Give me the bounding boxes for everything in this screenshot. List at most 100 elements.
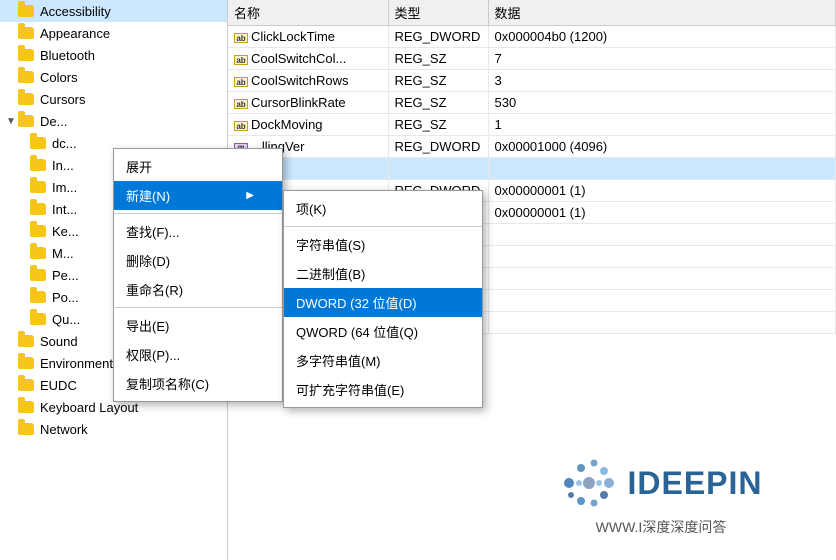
tree-item[interactable]: ▼ De... (0, 110, 227, 132)
tree-item[interactable]: Network (0, 418, 227, 440)
folder-icon (18, 47, 36, 63)
value-type-cell: REG_SZ (388, 114, 488, 136)
table-row[interactable]: ⊞...llingVerREG_DWORD0x00001000 (4096) (228, 136, 836, 158)
tree-label: De... (40, 114, 67, 129)
table-row[interactable]: abClickLockTimeREG_DWORD0x000004b0 (1200… (228, 26, 836, 48)
value-data-cell: 0x00001000 (4096) (488, 136, 836, 158)
menu-item-label: 复制项名称(C) (126, 374, 209, 393)
submenu-new[interactable]: 项(K) 字符串值(S) 二进制值(B)DWORD (32 位值(D) QWORD (… (283, 190, 483, 408)
submenu-item[interactable]: 多字符串值(M) (284, 346, 482, 375)
menu-item-label: 导出(E) (126, 316, 169, 335)
value-type-cell: REG_SZ (388, 48, 488, 70)
value-type-cell: REG_SZ (388, 92, 488, 114)
folder-icon (30, 179, 48, 195)
value-type-cell: REG_DWORD (388, 26, 488, 48)
menu-separator (114, 307, 282, 308)
submenu-item[interactable]: 可扩充字符串值(E) (284, 375, 482, 404)
submenu-item[interactable]: 二进制值(B) (284, 259, 482, 288)
folder-icon (18, 91, 36, 107)
value-data-cell: 7 (488, 48, 836, 70)
value-data-cell: 0x00000001 (1) (488, 202, 836, 224)
folder-icon (30, 157, 48, 173)
folder-icon (18, 25, 36, 41)
table-row[interactable] (228, 158, 836, 180)
tree-label: Bluetooth (40, 48, 95, 63)
submenu-item[interactable]: 字符串值(S) (284, 230, 482, 259)
context-menu[interactable]: 展开新建(N)▶ 查找(F)... 删除(D) 重命名(R) 导出(E) 权限(P)...… (113, 148, 283, 402)
context-menu-item[interactable]: 查找(F)... (114, 217, 282, 246)
submenu-item[interactable]: 项(K) (284, 194, 482, 223)
value-data-cell: 0x00000001 (1) (488, 180, 836, 202)
ab-icon: ab (234, 55, 248, 65)
value-data-cell: 3 (488, 70, 836, 92)
tree-label: Environment (40, 356, 113, 371)
menu-item-label: 权限(P)... (126, 345, 180, 364)
tree-item[interactable]: Bluetooth (0, 44, 227, 66)
tree-item[interactable]: Colors (0, 66, 227, 88)
folder-icon (18, 421, 36, 437)
submenu-item-label: 字符串值(S) (296, 235, 365, 254)
value-data-cell: 530 (488, 92, 836, 114)
tree-label: Cursors (40, 92, 86, 107)
value-name-cell: abDockMoving (228, 114, 388, 136)
value-data-cell (488, 158, 836, 180)
context-menu-item[interactable]: 复制项名称(C) (114, 369, 282, 398)
value-data-cell: 1 (488, 114, 836, 136)
watermark-logo: IDEEPIN (559, 453, 762, 513)
submenu-item-label: 项(K) (296, 199, 326, 218)
folder-icon (30, 245, 48, 261)
submenu-arrow-icon: ▶ (246, 190, 254, 201)
value-data-cell (488, 224, 836, 246)
submenu-item[interactable]: QWORD (64 位值(Q) (284, 317, 482, 346)
table-row[interactable]: abCoolSwitchCol...REG_SZ7 (228, 48, 836, 70)
menu-separator (114, 213, 282, 214)
value-name-cell: abCoolSwitchRows (228, 70, 388, 92)
value-type-cell (388, 158, 488, 180)
context-menu-item[interactable]: 新建(N)▶ (114, 181, 282, 210)
folder-icon (18, 355, 36, 371)
context-menu-item[interactable]: 重命名(R) (114, 275, 282, 304)
watermark-url: WWW.I深度深度问答 (596, 517, 727, 537)
context-menu-item[interactable]: 导出(E) (114, 311, 282, 340)
folder-icon (30, 201, 48, 217)
submenu-separator (284, 226, 482, 227)
tree-label: Int... (52, 202, 77, 217)
tree-label: Ke... (52, 224, 79, 239)
menu-item-label: 查找(F)... (126, 222, 179, 241)
submenu-item[interactable]: DWORD (32 位值(D) (284, 288, 482, 317)
context-menu-item[interactable]: 权限(P)... (114, 340, 282, 369)
col-header-name: 名称 (228, 0, 388, 26)
col-header-type: 类型 (388, 0, 488, 26)
submenu-item-label: 多字符串值(M) (296, 351, 381, 370)
value-name-cell: abCoolSwitchCol... (228, 48, 388, 70)
table-row[interactable]: abDockMovingREG_SZ1 (228, 114, 836, 136)
value-data-cell: 0x000004b0 (1200) (488, 26, 836, 48)
value-type-cell: REG_DWORD (388, 136, 488, 158)
ab-icon: ab (234, 99, 248, 109)
value-data-cell (488, 246, 836, 268)
table-row[interactable]: abCursorBlinkRateREG_SZ530 (228, 92, 836, 114)
folder-icon (30, 311, 48, 327)
table-row[interactable]: abCoolSwitchRowsREG_SZ3 (228, 70, 836, 92)
submenu-item-label: QWORD (64 位值(Q) (296, 322, 418, 341)
tree-label: EUDC (40, 378, 77, 393)
menu-item-label: 删除(D) (126, 251, 170, 270)
folder-icon (30, 223, 48, 239)
tree-label: Pe... (52, 268, 79, 283)
tree-item[interactable]: Cursors (0, 88, 227, 110)
tree-label: Network (40, 422, 88, 437)
col-header-data: 数据 (488, 0, 836, 26)
context-menu-item[interactable]: 展开 (114, 152, 282, 181)
submenu-item-label: 可扩充字符串值(E) (296, 380, 404, 399)
tree-item[interactable]: Accessibility (0, 0, 227, 22)
menu-item-label: 展开 (126, 157, 152, 176)
menu-item-label: 重命名(R) (126, 280, 183, 299)
registry-editor: AccessibilityAppearance Bluetooth Colors Cu… (0, 0, 836, 560)
folder-icon (18, 113, 36, 129)
tree-item[interactable]: Appearance (0, 22, 227, 44)
value-data-cell (488, 268, 836, 290)
value-type-cell: REG_SZ (388, 70, 488, 92)
tree-expand-icon[interactable]: ▼ (4, 116, 18, 127)
context-menu-item[interactable]: 删除(D) (114, 246, 282, 275)
watermark-dots-icon (559, 453, 619, 513)
